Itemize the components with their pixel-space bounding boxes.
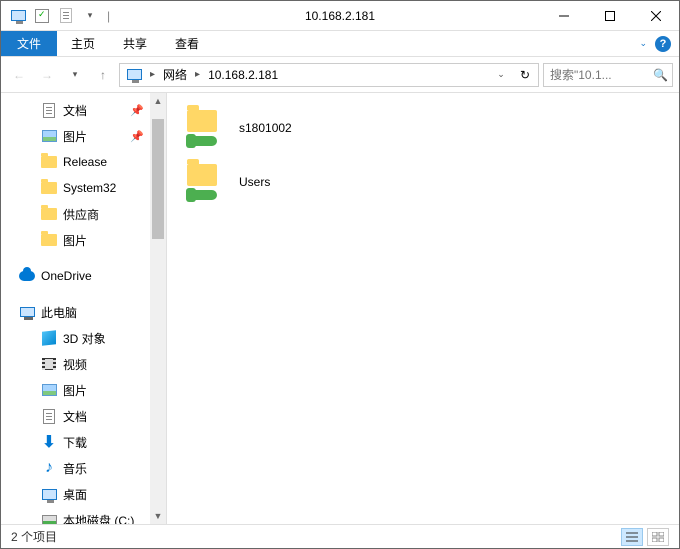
help-icon[interactable]: ? bbox=[655, 36, 671, 52]
qat-properties-icon[interactable] bbox=[31, 5, 53, 27]
sidebar-item-this-pc[interactable]: 此电脑 bbox=[1, 299, 166, 325]
scroll-track[interactable] bbox=[150, 109, 166, 508]
navbar: ← → ▾ ↑ ▸ 网络 ▸ 10.168.2.181 ⌄ ↻ 🔍 bbox=[1, 57, 679, 93]
address-root-icon[interactable] bbox=[122, 64, 146, 86]
sidebar-item-label: OneDrive bbox=[41, 269, 92, 283]
sidebar-item-desktop[interactable]: 桌面 bbox=[1, 481, 166, 507]
qat-newfolder-icon[interactable] bbox=[55, 5, 77, 27]
sidebar-item-pictures-pinned[interactable]: 图片 📌 bbox=[1, 123, 166, 149]
sidebar-item-3d-objects[interactable]: 3D 对象 bbox=[1, 325, 166, 351]
forward-button[interactable]: → bbox=[35, 63, 59, 87]
scroll-thumb[interactable] bbox=[152, 119, 164, 239]
titlebar: ▾ | 10.168.2.181 bbox=[1, 1, 679, 31]
music-icon: ♪ bbox=[41, 460, 57, 476]
sidebar-item-label: 本地磁盘 (C:) bbox=[63, 512, 134, 525]
chevron-right-icon[interactable]: ▸ bbox=[193, 69, 202, 80]
titlebar-separator: | bbox=[103, 9, 114, 23]
status-item-count: 2 个项目 bbox=[11, 528, 57, 545]
sidebar-item-documents-pinned[interactable]: 文档 📌 bbox=[1, 97, 166, 123]
sidebar-item-documents[interactable]: 文档 bbox=[1, 403, 166, 429]
shared-folder-icon bbox=[183, 162, 223, 202]
sidebar-item-label: 音乐 bbox=[63, 460, 87, 477]
ribbon-tab-view[interactable]: 查看 bbox=[161, 31, 213, 56]
ribbon: 文件 主页 共享 查看 ⌄ ? bbox=[1, 31, 679, 57]
scroll-down-button[interactable]: ▼ bbox=[150, 508, 166, 524]
details-view-button[interactable] bbox=[621, 528, 643, 546]
ribbon-expand-chevron-icon[interactable]: ⌄ bbox=[639, 38, 647, 49]
pin-icon: 📌 bbox=[130, 104, 144, 117]
sidebar-item-label: 桌面 bbox=[63, 486, 87, 503]
sidebar-item-label: 视频 bbox=[63, 356, 87, 373]
ribbon-tab-share[interactable]: 共享 bbox=[109, 31, 161, 56]
pin-icon: 📌 bbox=[130, 130, 144, 143]
sidebar-item-videos[interactable]: 视频 bbox=[1, 351, 166, 377]
search-icon[interactable]: 🔍 bbox=[653, 68, 668, 82]
sidebar-item-pictures3[interactable]: 图片 bbox=[1, 377, 166, 403]
maximize-button[interactable] bbox=[587, 1, 633, 31]
sidebar-scrollbar[interactable]: ▲ ▼ bbox=[150, 93, 166, 524]
scroll-up-button[interactable]: ▲ bbox=[150, 93, 166, 109]
statusbar: 2 个项目 bbox=[1, 524, 679, 548]
window-title: 10.168.2.181 bbox=[305, 9, 375, 23]
sidebar-item-label: 下载 bbox=[63, 434, 87, 451]
content-pane[interactable]: s1801002 Users bbox=[167, 93, 679, 524]
sidebar-item-label: 文档 bbox=[63, 102, 87, 119]
sidebar-item-label: 图片 bbox=[63, 232, 87, 249]
back-button[interactable]: ← bbox=[7, 63, 31, 87]
address-bar[interactable]: ▸ 网络 ▸ 10.168.2.181 ⌄ ↻ bbox=[119, 63, 539, 87]
system-menu-icon[interactable] bbox=[7, 5, 29, 27]
search-input[interactable] bbox=[548, 67, 668, 83]
nav-pane: 文档 📌 图片 📌 Release System32 供应商 图片 OneDrive… bbox=[1, 93, 167, 524]
item-name: s1801002 bbox=[239, 121, 292, 135]
sidebar-item-onedrive[interactable]: OneDrive bbox=[1, 263, 166, 289]
nav-tree: 文档 📌 图片 📌 Release System32 供应商 图片 OneDrive… bbox=[1, 93, 166, 524]
sidebar-item-release[interactable]: Release bbox=[1, 149, 166, 175]
up-button[interactable]: ↑ bbox=[91, 63, 115, 87]
sidebar-item-pictures2[interactable]: 图片 bbox=[1, 227, 166, 253]
qat-customize-dropdown[interactable]: ▾ bbox=[79, 5, 101, 27]
item-name: Users bbox=[239, 175, 270, 189]
sidebar-item-label: 3D 对象 bbox=[63, 330, 106, 347]
address-segment-network[interactable]: 网络 bbox=[159, 64, 191, 86]
download-icon: ⬇ bbox=[41, 434, 57, 450]
recent-locations-dropdown[interactable]: ▾ bbox=[63, 63, 87, 87]
sidebar-item-label: 供应商 bbox=[63, 206, 99, 223]
explorer-window: ▾ | 10.168.2.181 文件 主页 共享 查看 ⌄ ? ← → ▾ ↑… bbox=[0, 0, 680, 549]
body: 文档 📌 图片 📌 Release System32 供应商 图片 OneDrive… bbox=[1, 93, 679, 524]
quick-access-toolbar: ▾ | bbox=[1, 5, 114, 27]
sidebar-item-system32[interactable]: System32 bbox=[1, 175, 166, 201]
sidebar-item-suppliers[interactable]: 供应商 bbox=[1, 201, 166, 227]
list-item[interactable]: Users bbox=[177, 155, 669, 209]
sidebar-item-downloads[interactable]: ⬇ 下载 bbox=[1, 429, 166, 455]
list-item[interactable]: s1801002 bbox=[177, 101, 669, 155]
chevron-right-icon[interactable]: ▸ bbox=[148, 69, 157, 80]
sidebar-item-label: Release bbox=[63, 155, 107, 169]
address-history-dropdown[interactable]: ⌄ bbox=[490, 64, 512, 86]
sidebar-item-music[interactable]: ♪ 音乐 bbox=[1, 455, 166, 481]
shared-folder-icon bbox=[183, 108, 223, 148]
sidebar-item-label: System32 bbox=[63, 181, 116, 195]
thumbnails-view-button[interactable] bbox=[647, 528, 669, 546]
window-controls bbox=[541, 1, 679, 31]
ribbon-tab-home[interactable]: 主页 bbox=[57, 31, 109, 56]
sidebar-item-label: 此电脑 bbox=[41, 304, 77, 321]
address-segment-host[interactable]: 10.168.2.181 bbox=[204, 64, 282, 86]
sidebar-item-label: 图片 bbox=[63, 382, 87, 399]
sidebar-item-label: 图片 bbox=[63, 128, 87, 145]
ribbon-tab-file[interactable]: 文件 bbox=[1, 31, 57, 56]
refresh-button[interactable]: ↻ bbox=[514, 64, 536, 86]
search-box[interactable]: 🔍 bbox=[543, 63, 673, 87]
minimize-button[interactable] bbox=[541, 1, 587, 31]
close-button[interactable] bbox=[633, 1, 679, 31]
sidebar-item-local-disk-c[interactable]: 本地磁盘 (C:) bbox=[1, 507, 166, 524]
sidebar-item-label: 文档 bbox=[63, 408, 87, 425]
